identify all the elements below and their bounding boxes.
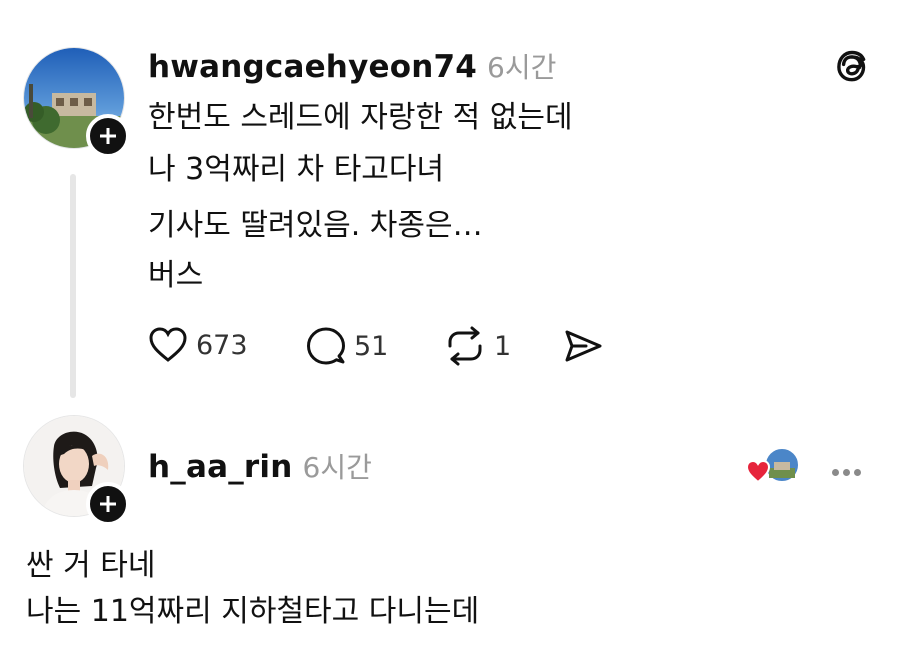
comment-count: 51 [354, 330, 389, 362]
post-text-line-1: 한번도 스레드에 자랑한 적 없는데 [148, 100, 573, 135]
reply-header: h_aa_rin 6시간 [148, 446, 372, 486]
reply-text-line-1: 싼 거 타네 [26, 548, 156, 583]
comment-button[interactable]: 51 [306, 326, 388, 366]
repost-icon [448, 326, 482, 366]
post-time: 6시간 [487, 51, 557, 84]
post-text-line-3: 기사도 딸려있음. 차종은… [148, 208, 483, 243]
heart-icon [149, 327, 187, 362]
like-button[interactable]: 673 [148, 326, 248, 364]
post-header: hwangcaehyeon74 6시간 [148, 46, 556, 86]
repost-count: 1 [494, 330, 512, 362]
follow-plus-button[interactable] [86, 114, 130, 158]
threads-logo-icon[interactable] [834, 48, 870, 90]
liked-by-author-indicator [745, 446, 802, 486]
plus-icon [100, 496, 116, 512]
repost-button[interactable]: 1 [444, 326, 511, 366]
send-icon [565, 330, 602, 362]
more-options-icon[interactable] [830, 461, 863, 480]
post-text-line-2: 나 3억짜리 차 타고다녀 [148, 152, 445, 187]
plus-icon [100, 128, 116, 144]
share-button[interactable] [562, 326, 604, 366]
reply-follow-plus-button[interactable] [86, 482, 130, 526]
thread-connector-line [70, 174, 76, 398]
like-count: 673 [196, 329, 248, 361]
reply-text-line-2: 나는 11억짜리 지하철타고 다니는데 [26, 594, 480, 629]
post-username[interactable]: hwangcaehyeon74 [148, 49, 477, 85]
post-text-line-4: 버스 [148, 258, 204, 293]
reply-username[interactable]: h_aa_rin [148, 449, 293, 485]
reply-time: 6시간 [302, 451, 372, 484]
comment-bubble-icon [307, 327, 345, 365]
